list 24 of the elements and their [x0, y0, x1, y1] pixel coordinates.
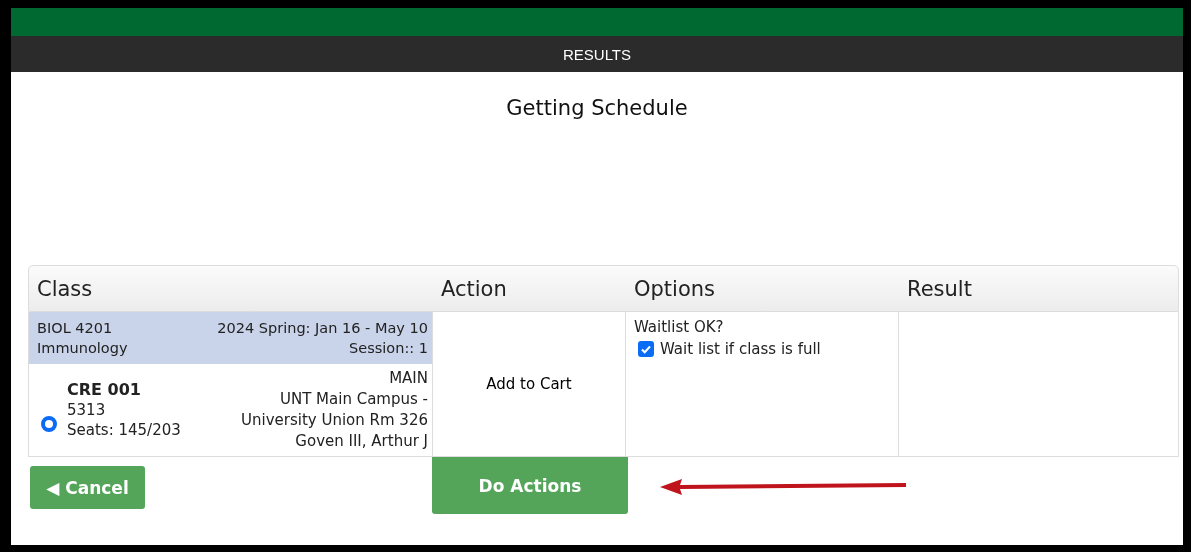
checkbox-label: Wait list if class is full	[660, 340, 821, 358]
cancel-button[interactable]: ◀ Cancel	[30, 466, 145, 509]
location-line: Goven III, Arthur J	[295, 431, 428, 452]
column-header: Result	[906, 276, 973, 301]
options-label: Waitlist OK?	[634, 318, 724, 336]
course-code: BIOL 4201	[37, 319, 114, 338]
location-line: University Union Rm 326	[241, 410, 428, 431]
class-number: 5313	[67, 400, 107, 420]
waitlist-checkbox[interactable]	[638, 341, 654, 357]
column-header: Action	[440, 276, 508, 301]
do-actions-button[interactable]: Do Actions	[432, 457, 628, 514]
column-header: Class	[36, 276, 94, 301]
bar-title: RESULTS	[562, 45, 632, 63]
location-line: UNT Main Campus -	[280, 389, 428, 410]
action-text: Add to Cart	[486, 375, 572, 393]
location-line: MAIN	[389, 368, 428, 389]
column-header: Options	[633, 276, 717, 301]
course-title: Immunology	[37, 339, 128, 358]
page-heading: Getting Schedule	[505, 96, 689, 122]
session-label: Session:: 1	[348, 339, 428, 358]
section-radio[interactable]	[41, 416, 57, 432]
section-code: CRE 001	[67, 380, 142, 400]
term-dates: 2024 Spring: Jan 16 - May 10	[217, 319, 428, 338]
seats-count: Seats: 145/203	[67, 420, 181, 440]
